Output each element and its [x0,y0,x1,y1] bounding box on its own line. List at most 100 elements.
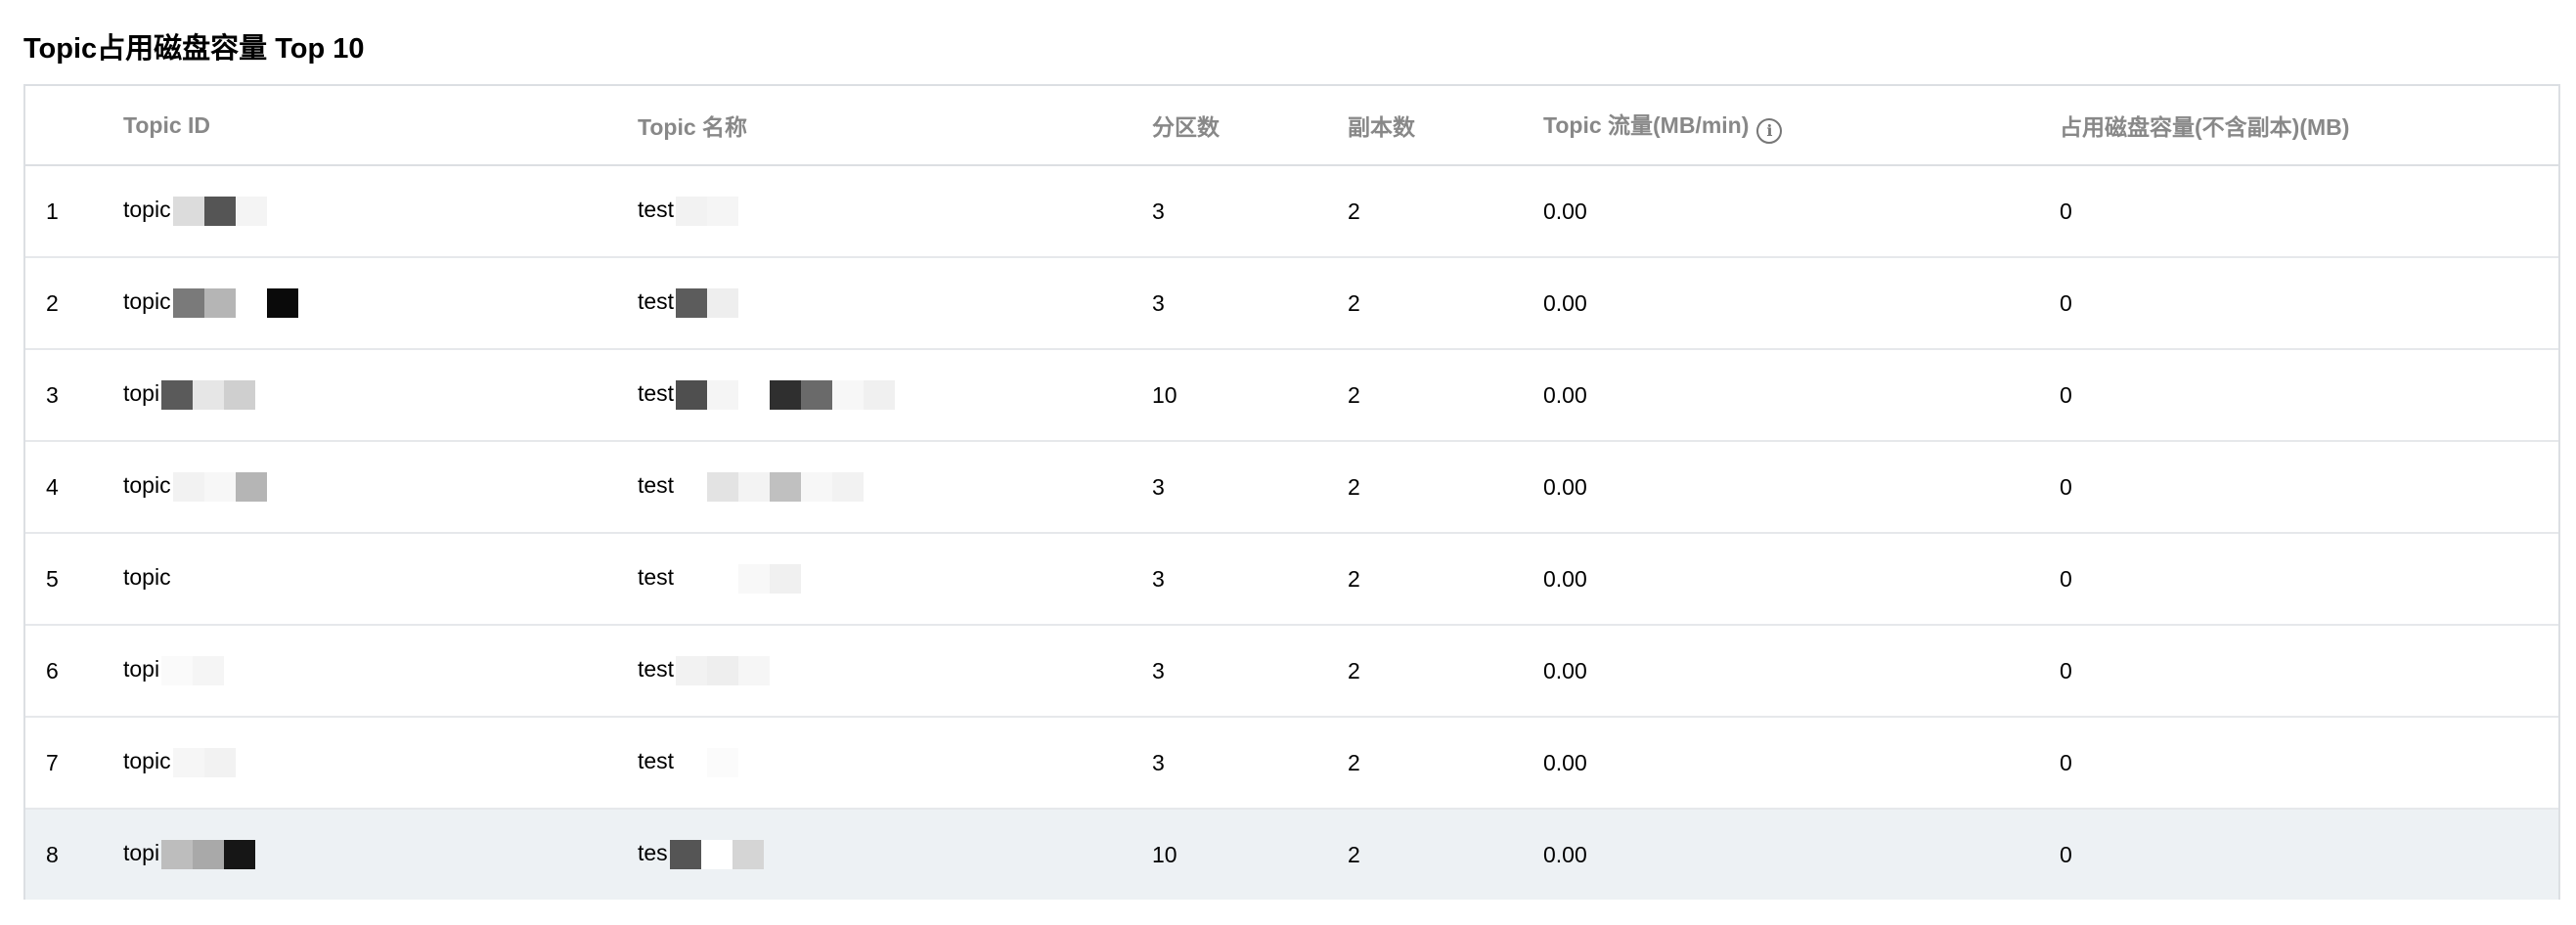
redaction-block [832,380,865,410]
data-table: Topic ID Topic 名称 分区数 副本数 Topic 流量(MB/mi… [25,86,2558,900]
col-header-traffic: Topic 流量(MB/min) i [1543,86,2060,166]
cell-traffic-text: 0.00 [1543,749,1587,775]
topic-id-redaction [161,380,256,410]
cell-partitions: 3 [1152,165,1348,258]
redaction-block [770,380,802,410]
topic-name-redaction [676,472,865,502]
cell-disk-usage: 0 [2060,809,2558,900]
redaction-block [669,840,701,869]
cell-partitions-text: 10 [1152,841,1177,867]
redaction-block [832,472,865,502]
redaction-block [266,288,298,318]
redaction-block [193,380,225,410]
redaction-block [224,840,256,869]
cell-index: 2 [25,257,123,350]
cell-replicas-text: 2 [1348,749,1360,775]
cell-index: 6 [25,625,123,718]
redaction-block [676,564,708,594]
cell-replicas: 2 [1348,165,1543,258]
cell-topic-id: topi [123,809,638,900]
cell-replicas: 2 [1348,809,1543,900]
cell-replicas: 2 [1348,441,1543,534]
redaction-block [203,288,236,318]
cell-replicas-text: 2 [1348,289,1360,316]
cell-traffic: 0.00 [1543,165,2060,258]
topic-name-redaction [676,288,739,318]
cell-partitions: 3 [1152,441,1348,534]
redaction-block [707,380,739,410]
cell-topic-id-text: topic [123,197,171,223]
cell-disk-usage-text: 0 [2060,841,2072,867]
table-row[interactable]: 8 topi tes 10 2 0.00 0 [25,809,2558,900]
cell-partitions-text: 3 [1152,198,1165,224]
topic-id-redaction [161,656,225,685]
cell-topic-name: test [638,625,1152,718]
cell-replicas: 2 [1348,349,1543,442]
cell-replicas-text: 2 [1348,473,1360,500]
cell-index: 1 [25,165,123,258]
info-icon[interactable]: i [1756,118,1783,144]
cell-partitions-text: 3 [1152,289,1165,316]
cell-traffic-text: 0.00 [1543,198,1587,224]
cell-topic-id: topic [123,257,638,350]
redaction-block [801,472,833,502]
cell-partitions-text: 10 [1152,381,1177,408]
cell-disk-usage: 0 [2060,717,2558,810]
cell-topic-name: test [638,257,1152,350]
cell-disk-usage: 0 [2060,349,2558,442]
cell-topic-id: topic [123,717,638,810]
cell-topic-name-text: test [638,564,675,591]
table-row[interactable]: 4 topic test 3 2 0.00 0 [25,441,2558,534]
topic-name-redaction [676,748,739,777]
redaction-block [235,472,267,502]
cell-topic-id-text: topic [123,564,171,591]
redaction-block [707,748,739,777]
cell-index-text: 8 [46,841,59,867]
cell-replicas: 2 [1348,257,1543,350]
col-header-topic-id: Topic ID [123,86,638,166]
cell-traffic-text: 0.00 [1543,473,1587,500]
cell-topic-name: test [638,533,1152,626]
col-header-partitions: 分区数 [1152,86,1348,166]
cell-index-text: 5 [46,565,59,592]
cell-index-text: 7 [46,749,59,775]
cell-replicas-text: 2 [1348,198,1360,224]
table-row[interactable]: 3 topi test 10 2 0.00 0 [25,349,2558,442]
table-row[interactable]: 2 topic test 3 2 0.00 0 [25,257,2558,350]
cell-partitions: 3 [1152,717,1348,810]
table-row[interactable]: 5 topic test 3 2 0.00 0 [25,533,2558,626]
redaction-block [707,656,739,685]
redaction-block [676,197,708,226]
cell-index: 8 [25,809,123,900]
redaction-block [235,197,267,226]
redaction-block [801,380,833,410]
col-header-index [25,86,123,166]
table-body: 1 topic test 3 2 0.00 0 2 topic test 3 2 0.00 0 3 topi t… [25,165,2558,900]
cell-topic-id-text: topi [123,656,160,683]
cell-topic-id: topic [123,441,638,534]
redaction-block [738,564,771,594]
cell-topic-name-text: test [638,656,675,683]
topic-id-redaction [161,840,256,869]
cell-topic-id: topic [123,533,638,626]
cell-disk-usage: 0 [2060,533,2558,626]
cell-topic-id-text: topi [123,840,160,866]
redaction-block [770,472,802,502]
redaction-block [732,840,764,869]
redaction-block [203,197,236,226]
redaction-block [161,840,194,869]
cell-replicas: 2 [1348,625,1543,718]
table-row[interactable]: 7 topic test 3 2 0.00 0 [25,717,2558,810]
cell-disk-usage-text: 0 [2060,289,2072,316]
redaction-block [738,472,771,502]
cell-index-text: 1 [46,198,59,224]
table-row[interactable]: 1 topic test 3 2 0.00 0 [25,165,2558,258]
cell-partitions: 3 [1152,257,1348,350]
cell-replicas: 2 [1348,533,1543,626]
redaction-block [707,564,739,594]
table-row[interactable]: 6 topi test 3 2 0.00 0 [25,625,2558,718]
cell-topic-name-text: tes [638,840,668,866]
cell-traffic-text: 0.00 [1543,657,1587,683]
redaction-block [700,840,733,869]
redaction-block [707,197,739,226]
